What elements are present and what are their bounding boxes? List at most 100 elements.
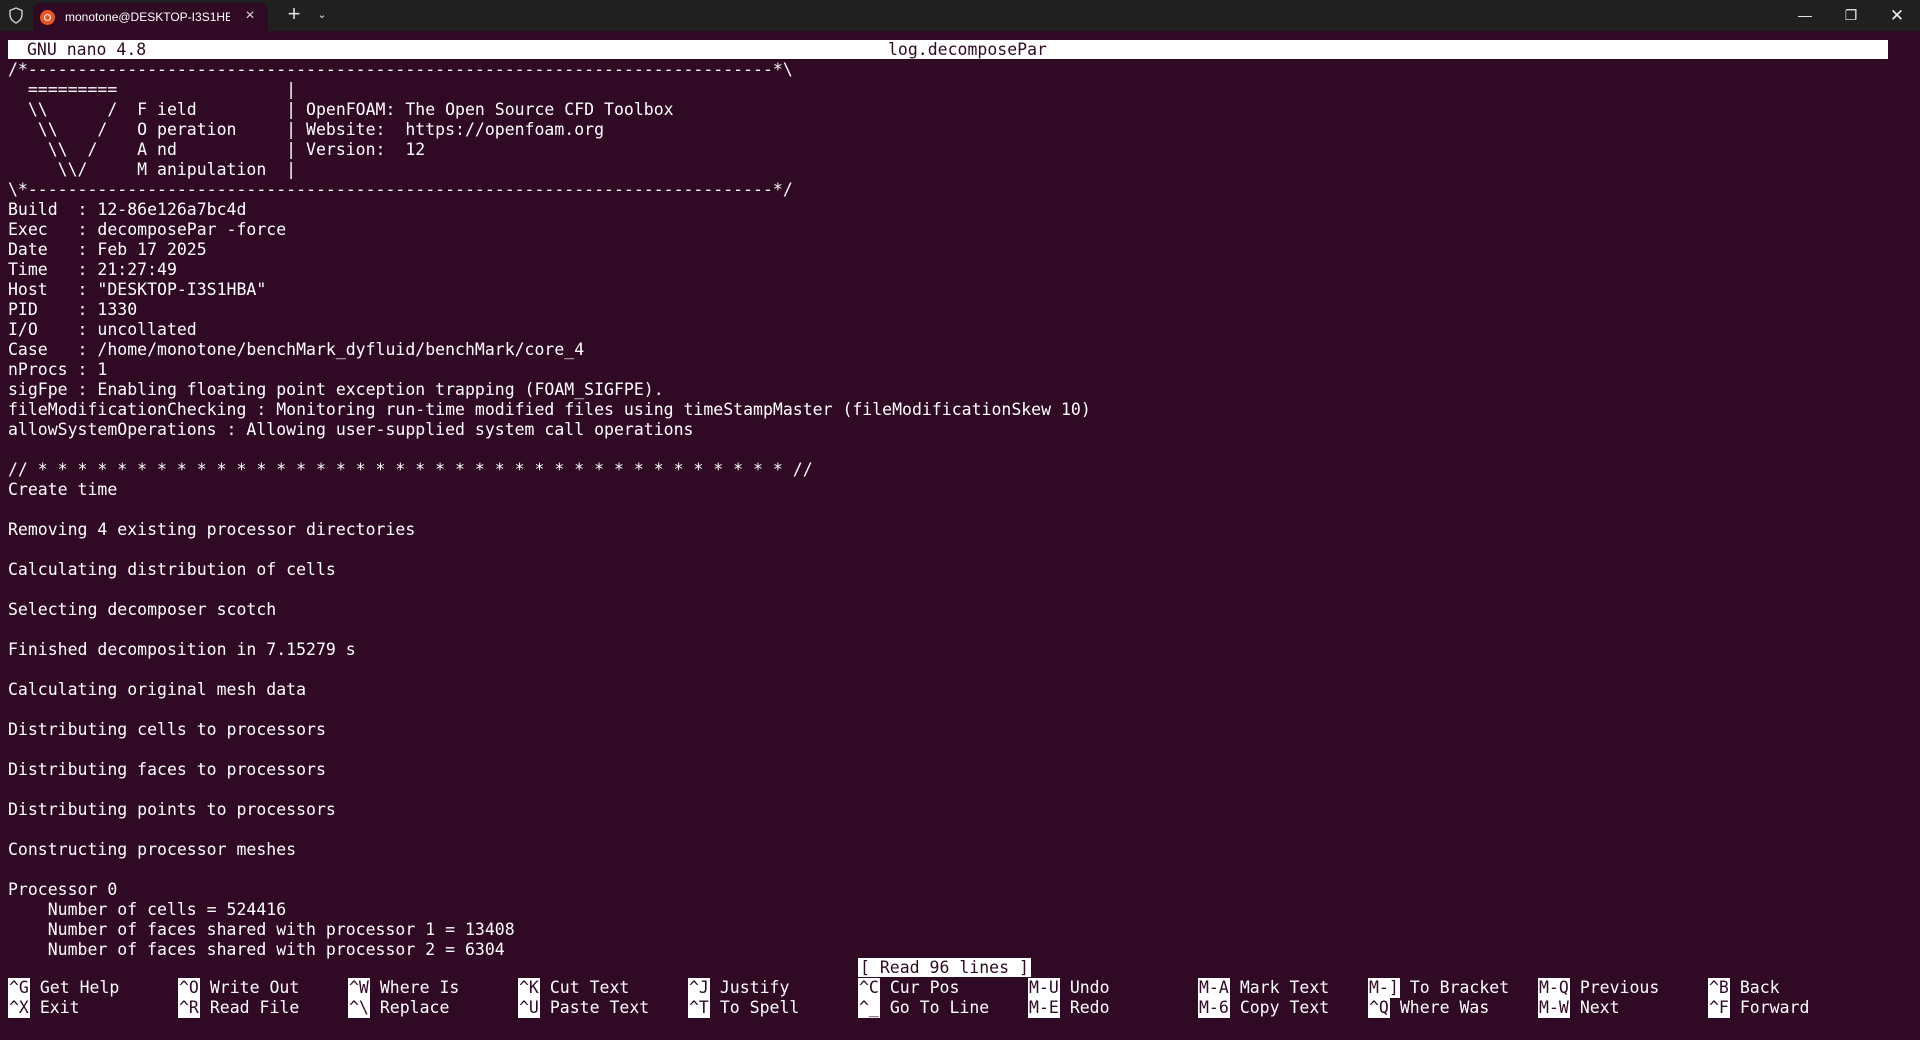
title-bar: monotone@DESKTOP-I3S1HBA: ~ × + ⌄ — ❐ ✕ — [0, 0, 1920, 31]
shortcut-key: M-] — [1368, 978, 1400, 998]
file-line — [8, 860, 1908, 880]
shortcut-key: ^O — [178, 978, 200, 998]
shortcut-key: M-W — [1538, 998, 1570, 1018]
shortcut-to-spell[interactable]: ^T To Spell — [688, 998, 799, 1018]
shortcut-label: Replace — [379, 998, 450, 1017]
shortcut-copy-text[interactable]: M-6 Copy Text — [1198, 998, 1329, 1018]
shortcut-go-to-line[interactable]: ^_ Go To Line — [858, 998, 989, 1018]
file-line — [8, 500, 1908, 520]
file-line: Build : 12-86e126a7bc4d — [8, 200, 247, 219]
shortcut-exit[interactable]: ^X Exit — [8, 998, 80, 1018]
file-line — [8, 540, 1908, 560]
close-window-button[interactable]: ✕ — [1874, 0, 1920, 31]
file-line: Distributing cells to processors — [8, 720, 326, 739]
shortcut-forward[interactable]: ^F Forward — [1708, 998, 1809, 1018]
shortcut-where-was[interactable]: ^Q Where Was — [1368, 998, 1489, 1018]
terminal-tab[interactable]: monotone@DESKTOP-I3S1HBA: ~ × — [33, 3, 268, 31]
shortcut-key: ^T — [688, 998, 710, 1018]
shortcut-back[interactable]: ^B Back — [1708, 978, 1780, 998]
shortcut-label: Cur Pos — [889, 978, 960, 997]
shortcut-paste-text[interactable]: ^U Paste Text — [518, 998, 649, 1018]
file-line — [8, 820, 1908, 840]
shortcut-label: Previous — [1579, 978, 1660, 997]
nano-header-bar: GNU nano 4.8 log.decomposePar — [8, 40, 1888, 59]
file-line — [8, 580, 1908, 600]
file-line: Host : "DESKTOP-I3S1HBA" — [8, 280, 267, 299]
shortcut-key: ^R — [178, 998, 200, 1018]
shortcut-redo[interactable]: M-E Redo — [1028, 998, 1110, 1018]
file-line: I/O : uncollated — [8, 320, 197, 339]
shortcut-previous[interactable]: M-Q Previous — [1538, 978, 1659, 998]
shortcut-label: Copy Text — [1239, 998, 1330, 1017]
shortcut-key: M-U — [1028, 978, 1060, 998]
shortcut-cur-pos[interactable]: ^C Cur Pos — [858, 978, 959, 998]
status-message: [ Read 96 lines ] — [858, 958, 1031, 977]
shortcut-read-file[interactable]: ^R Read File — [178, 998, 299, 1018]
shortcut-label: Cut Text — [549, 978, 630, 997]
shield-icon[interactable] — [8, 7, 24, 24]
shortcut-justify[interactable]: ^J Justify — [688, 978, 789, 998]
shortcut-key: ^U — [518, 998, 540, 1018]
file-line: Create time — [8, 480, 118, 499]
shortcut-label: Where Was — [1399, 998, 1490, 1017]
shortcut-key: M-6 — [1198, 998, 1230, 1018]
file-line: Calculating original mesh data — [8, 680, 307, 699]
terminal-area[interactable]: GNU nano 4.8 log.decomposePar /*--------… — [0, 31, 1920, 1040]
shortcut-key: M-E — [1028, 998, 1060, 1018]
shortcut-key: ^X — [8, 998, 30, 1018]
shortcut-replace[interactable]: ^\ Replace — [348, 998, 449, 1018]
shortcut-get-help[interactable]: ^G Get Help — [8, 978, 119, 998]
shortcut-label: Write Out — [209, 978, 300, 997]
new-tab-plus-icon[interactable]: + — [282, 3, 306, 27]
maximize-button[interactable]: ❐ — [1828, 0, 1874, 31]
shortcut-label: To Spell — [719, 998, 800, 1017]
shortcut-label: To Bracket — [1409, 978, 1510, 997]
shortcut-label: Get Help — [39, 978, 120, 997]
file-line: nProcs : 1 — [8, 360, 108, 379]
shortcut-undo[interactable]: M-U Undo — [1028, 978, 1110, 998]
file-line: Distributing faces to processors — [8, 760, 326, 779]
shortcut-label: Where Is — [379, 978, 460, 997]
shortcut-key: ^K — [518, 978, 540, 998]
shortcut-label: Back — [1739, 978, 1780, 997]
file-line: /*--------------------------------------… — [8, 60, 793, 79]
shortcut-label: Mark Text — [1239, 978, 1330, 997]
shortcut-where-is[interactable]: ^W Where Is — [348, 978, 459, 998]
chevron-down-icon[interactable]: ⌄ — [312, 5, 332, 25]
file-line: PID : 1330 — [8, 300, 138, 319]
file-line: Constructing processor meshes — [8, 840, 297, 859]
shortcut-label: Go To Line — [889, 998, 990, 1017]
shortcut-label: Forward — [1739, 998, 1810, 1017]
file-line: Number of faces shared with processor 1 … — [8, 920, 515, 939]
shortcut-key: M-A — [1198, 978, 1230, 998]
ubuntu-icon — [40, 10, 55, 25]
file-line: Removing 4 existing processor directorie… — [8, 520, 416, 539]
shortcut-to-bracket[interactable]: M-] To Bracket — [1368, 978, 1509, 998]
shortcut-mark-text[interactable]: M-A Mark Text — [1198, 978, 1329, 998]
close-tab-icon[interactable]: × — [240, 6, 260, 26]
shortcut-cut-text[interactable]: ^K Cut Text — [518, 978, 629, 998]
shortcut-write-out[interactable]: ^O Write Out — [178, 978, 299, 998]
file-line: Processor 0 — [8, 880, 118, 899]
file-line: Time : 21:27:49 — [8, 260, 177, 279]
shortcut-key: ^F — [1708, 998, 1730, 1018]
file-line: \\ / A nd | Version: 12 — [8, 140, 426, 159]
file-line: allowSystemOperations : Allowing user-su… — [8, 420, 694, 439]
shortcut-label: Next — [1579, 998, 1620, 1017]
minimize-button[interactable]: — — [1782, 0, 1828, 31]
file-line: \*--------------------------------------… — [8, 180, 793, 199]
file-line: Distributing points to processors — [8, 800, 336, 819]
file-line: Date : Feb 17 2025 — [8, 240, 207, 259]
file-line: Number of cells = 524416 — [8, 900, 287, 919]
shortcut-key: M-Q — [1538, 978, 1570, 998]
file-line: \\ / O peration | Website: https://openf… — [8, 120, 605, 139]
file-line: Case : /home/monotone/benchMark_dyfluid/… — [8, 340, 585, 359]
file-line: Selecting decomposer scotch — [8, 600, 277, 619]
shortcut-label: Undo — [1069, 978, 1110, 997]
shortcut-label: Paste Text — [549, 998, 650, 1017]
file-line: Calculating distribution of cells — [8, 560, 336, 579]
shortcut-next[interactable]: M-W Next — [1538, 998, 1620, 1018]
file-name: log.decomposePar — [888, 40, 1047, 59]
file-content[interactable]: /*--------------------------------------… — [8, 60, 1908, 960]
shortcut-label: Redo — [1069, 998, 1110, 1017]
